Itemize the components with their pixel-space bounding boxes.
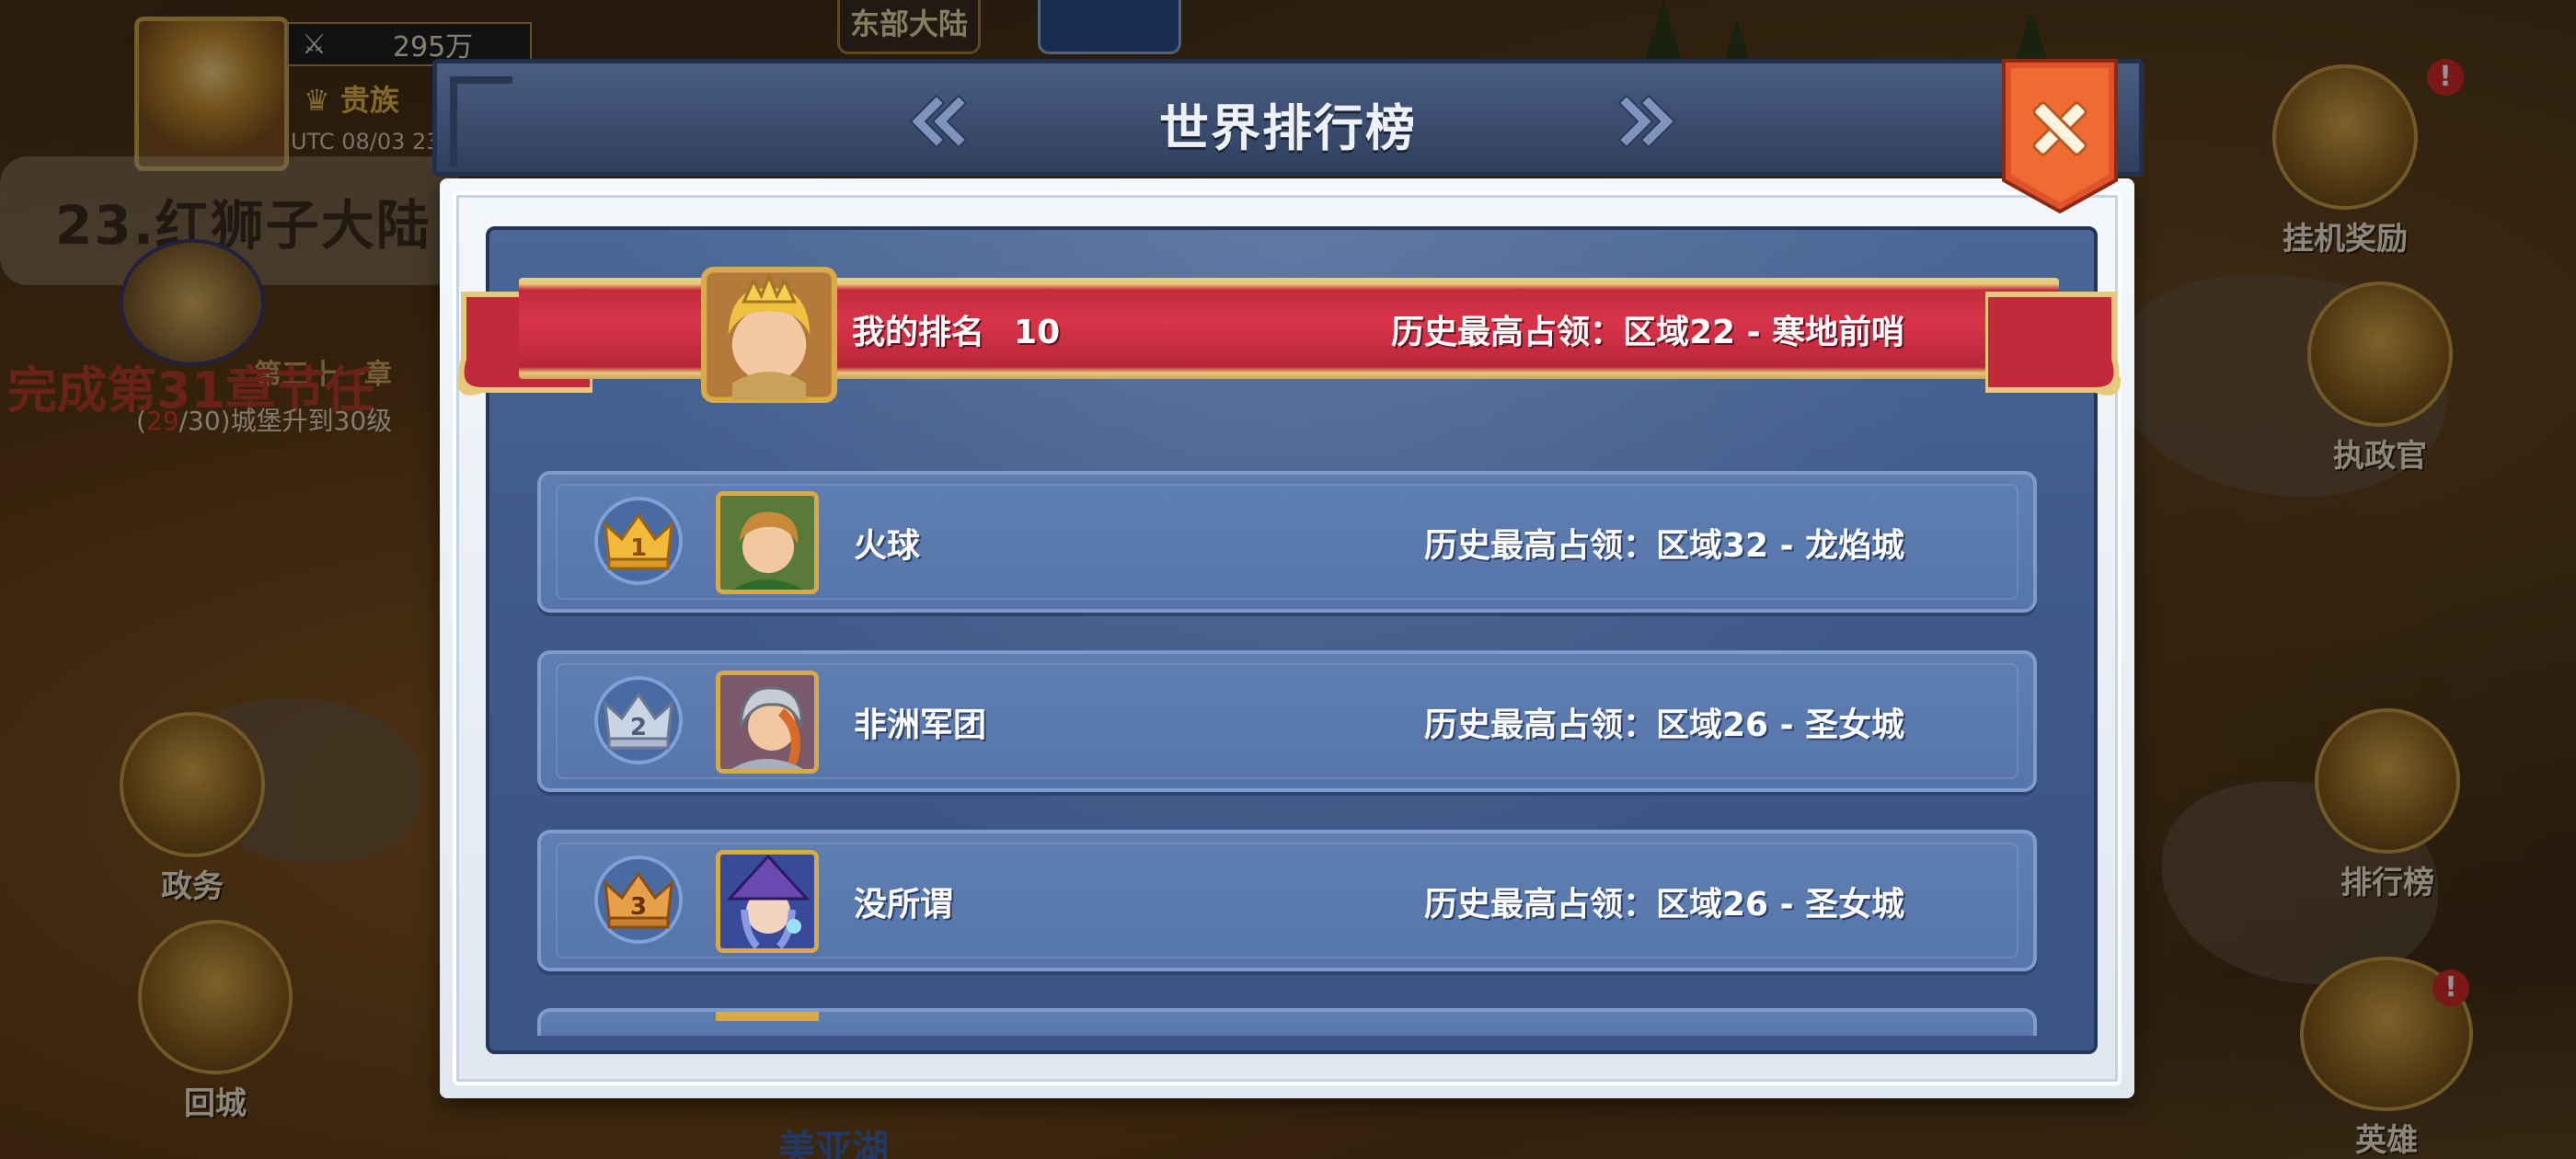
player-portrait[interactable]: [716, 491, 819, 594]
rank-row-3[interactable]: 3 没所谓 历史最高占领：区域26 - 圣女城: [537, 830, 2037, 971]
my-rank-label: 我的排名: [852, 314, 985, 351]
rank-number: 1: [630, 534, 647, 562]
silver-crown-icon: 2: [594, 676, 683, 764]
dialog-title: 世界排行榜: [1159, 99, 1417, 157]
double-chevron-right-icon: [1617, 94, 1676, 149]
dialog-header: 世界排行榜: [432, 59, 2144, 177]
archer-portrait-icon: [720, 496, 814, 590]
my-rank-value: 10: [1014, 314, 1061, 351]
player-name: 没所谓: [854, 886, 954, 924]
ribbon-right-tail: [1985, 292, 2122, 396]
rank-row-1[interactable]: 1 火球 历史最高占领：区域32 - 龙焰城: [537, 471, 2037, 613]
prev-page-button[interactable]: [899, 89, 971, 154]
my-rank-text: 我的排名 10: [852, 305, 1060, 353]
close-x-icon: [2002, 59, 2118, 214]
player-name: 火球: [854, 527, 921, 565]
player-name: 非洲军团: [854, 706, 987, 744]
player-history: 历史最高占领：区域32 - 龙焰城: [1424, 527, 1905, 565]
player-history: 历史最高占领：区域26 - 圣女城: [1424, 706, 1905, 744]
next-page-button[interactable]: [1615, 89, 1686, 154]
rank-row-2[interactable]: 2 非洲军团 历史最高占领：区域26 - 圣女城: [537, 650, 2037, 792]
player-history: 历史最高占领：区域26 - 圣女城: [1424, 886, 1905, 924]
my-avatar[interactable]: [701, 267, 837, 403]
rank-number: 2: [630, 714, 647, 741]
gold-crown-icon: 1: [594, 497, 683, 585]
player-portrait[interactable]: [716, 850, 819, 953]
bronze-crown-icon: 3: [594, 855, 683, 944]
my-rank-history: 历史最高占领：区域22 - 寒地前哨: [1391, 314, 1905, 351]
rank-number: 3: [630, 893, 647, 921]
close-button[interactable]: [2000, 57, 2120, 215]
player-portrait[interactable]: [716, 671, 819, 774]
mage-portrait-icon: [720, 855, 814, 948]
armored-heroine-portrait-icon: [720, 675, 814, 769]
knight-portrait-icon: [701, 267, 837, 403]
double-chevron-left-icon: [909, 94, 968, 149]
portrait-frame-edge: [716, 1012, 819, 1021]
rank-row-4-partial[interactable]: [537, 1008, 2037, 1036]
